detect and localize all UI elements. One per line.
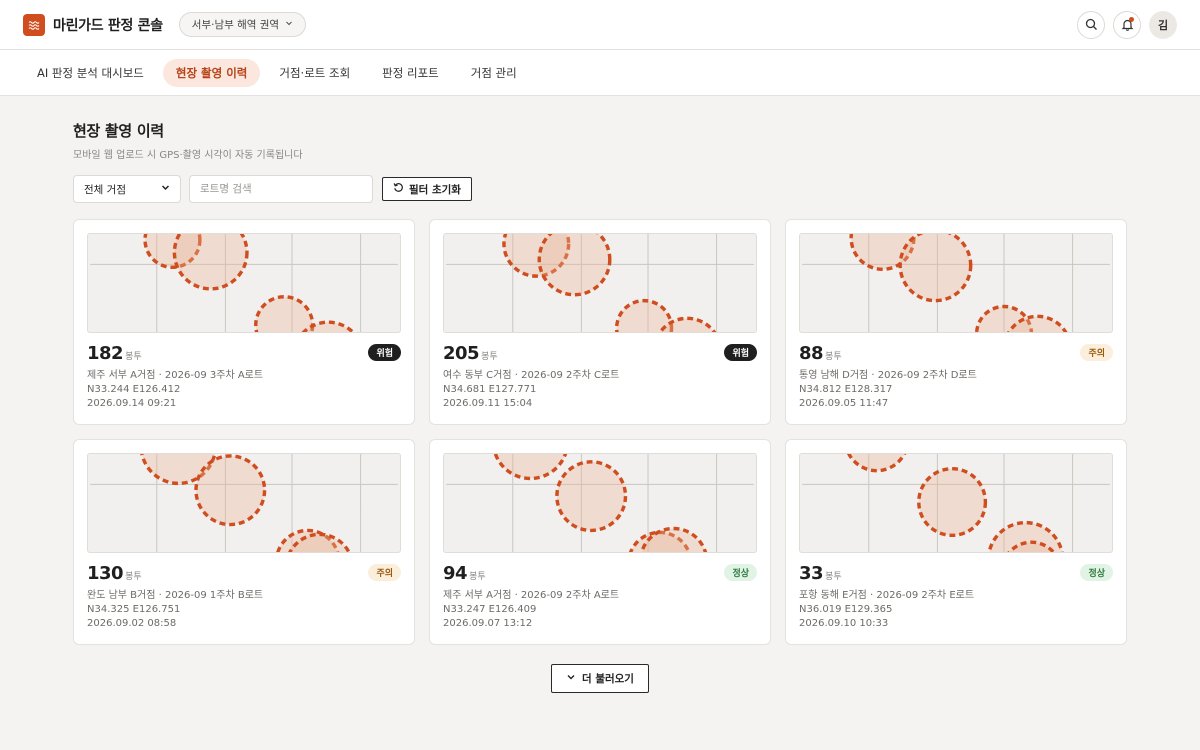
notifications-button[interactable]: [1113, 11, 1141, 39]
bag-count-unit: 봉투: [469, 572, 486, 582]
tab-field-history[interactable]: 현장 촬영 이력: [162, 58, 261, 87]
bag-count-unit: 봉투: [125, 352, 142, 362]
chevron-down-icon: [566, 672, 576, 685]
load-more-label: 더 불러오기: [582, 673, 634, 685]
record-location: 제주 서부 A거점 · 2026-09 2주차 A로트: [443, 590, 620, 601]
record-location: 포항 동해 E거점 · 2026-09 2주차 E로트: [799, 590, 975, 601]
record-location: 통영 남해 D거점 · 2026-09 2주차 D로트: [799, 370, 977, 381]
record-datetime: 2026.09.07 13:12: [443, 618, 533, 629]
record-datetime: 2026.09.14 09:21: [87, 398, 177, 409]
bag-count: 182: [87, 343, 124, 364]
site-select-value: 전체 거점: [84, 183, 126, 196]
photo-thumbnail: [443, 453, 757, 553]
status-badge: 위험: [368, 344, 401, 361]
record-card[interactable]: 130 봉투 주의 완도 남부 B거점 · 2026-09 1주차 B로트 N34…: [73, 439, 415, 645]
status-badge: 주의: [368, 564, 401, 581]
main-nav: AI 판정 분석 대시보드 현장 촬영 이력 거점·로트 조회 판정 리포트 거…: [0, 50, 1200, 96]
chevron-down-icon: [285, 19, 293, 30]
notification-dot: [1129, 17, 1134, 22]
tab-dashboard[interactable]: AI 판정 분석 대시보드: [24, 59, 157, 87]
search-icon: [1085, 16, 1098, 35]
record-grid: 182 봉투 위험 제주 서부 A거점 · 2026-09 3주차 A로트 N33…: [73, 219, 1127, 645]
record-datetime: 2026.09.02 08:58: [87, 618, 177, 629]
record-card[interactable]: 88 봉투 주의 통영 남해 D거점 · 2026-09 2주차 D로트 N34.…: [785, 219, 1127, 425]
region-label: 서부·남부 해역 권역: [191, 19, 280, 31]
app-title: 마린가드 판정 콘솔: [53, 17, 163, 34]
chevron-down-icon: [161, 183, 170, 195]
record-gps: N33.244 E126.412: [87, 384, 181, 395]
reset-filters-button[interactable]: 필터 초기화: [382, 177, 472, 201]
record-location: 여수 동부 C거점 · 2026-09 2주차 C로트: [443, 370, 620, 381]
region-selector[interactable]: 서부·남부 해역 권역: [178, 12, 307, 37]
photo-thumbnail: [87, 453, 401, 553]
status-badge: 위험: [724, 344, 757, 361]
record-datetime: 2026.09.10 10:33: [799, 618, 889, 629]
tab-reports[interactable]: 판정 리포트: [369, 59, 452, 87]
record-card[interactable]: 182 봉투 위험 제주 서부 A거점 · 2026-09 3주차 A로트 N33…: [73, 219, 415, 425]
bag-count-unit: 봉투: [481, 352, 498, 362]
bag-count: 88: [799, 343, 824, 364]
reset-filters-label: 필터 초기화: [409, 183, 461, 196]
status-badge: 정상: [724, 564, 757, 581]
photo-thumbnail: [799, 233, 1113, 333]
page-subtitle: 모바일 웹 업로드 시 GPS·촬영 시각이 자동 기록됩니다: [73, 150, 303, 161]
record-datetime: 2026.09.11 15:04: [443, 398, 533, 409]
main-content: 현장 촬영 이력 모바일 웹 업로드 시 GPS·촬영 시각이 자동 기록됩니다…: [0, 120, 1200, 693]
bag-count: 205: [443, 343, 480, 364]
tab-site-lot-lookup[interactable]: 거점·로트 조회: [266, 59, 363, 87]
avatar[interactable]: 김: [1149, 11, 1177, 39]
record-card[interactable]: 33 봉투 정상 포항 동해 E거점 · 2026-09 2주차 E로트 N36.…: [785, 439, 1127, 645]
record-card[interactable]: 94 봉투 정상 제주 서부 A거점 · 2026-09 2주차 A로트 N33.…: [429, 439, 771, 645]
waves-icon[interactable]: [23, 13, 45, 36]
bag-count: 33: [799, 563, 824, 584]
status-badge: 정상: [1080, 564, 1113, 581]
photo-thumbnail: [443, 233, 757, 333]
bag-count: 130: [87, 563, 124, 584]
photo-thumbnail: [87, 233, 401, 333]
record-card[interactable]: 205 봉투 위험 여수 동부 C거점 · 2026-09 2주차 C로트 N34…: [429, 219, 771, 425]
record-gps: N34.812 E128.317: [799, 384, 893, 395]
status-badge: 주의: [1080, 344, 1113, 361]
app-header: 마린가드 판정 콘솔 서부·남부 해역 권역 김: [0, 0, 1200, 50]
page-title: 현장 촬영 이력: [73, 122, 164, 140]
record-location: 제주 서부 A거점 · 2026-09 3주차 A로트: [87, 370, 264, 381]
bag-count-unit: 봉투: [825, 572, 842, 582]
filter-bar: 전체 거점 필터 초기화: [73, 175, 1127, 203]
record-gps: N34.325 E126.751: [87, 604, 181, 615]
bag-count: 94: [443, 563, 468, 584]
refresh-icon: [393, 182, 404, 196]
search-button[interactable]: [1077, 11, 1105, 39]
record-location: 완도 남부 B거점 · 2026-09 1주차 B로트: [87, 590, 264, 601]
load-more-button[interactable]: 더 불러오기: [551, 664, 649, 693]
lot-search-input[interactable]: [189, 175, 373, 203]
record-gps: N36.019 E129.365: [799, 604, 893, 615]
record-gps: N34.681 E127.771: [443, 384, 537, 395]
record-gps: N33.247 E126.409: [443, 604, 537, 615]
bag-count-unit: 봉투: [125, 572, 142, 582]
record-datetime: 2026.09.05 11:47: [799, 398, 889, 409]
bag-count-unit: 봉투: [825, 352, 842, 362]
tab-site-management[interactable]: 거점 관리: [458, 59, 530, 87]
photo-thumbnail: [799, 453, 1113, 553]
site-select[interactable]: 전체 거점: [73, 175, 181, 203]
